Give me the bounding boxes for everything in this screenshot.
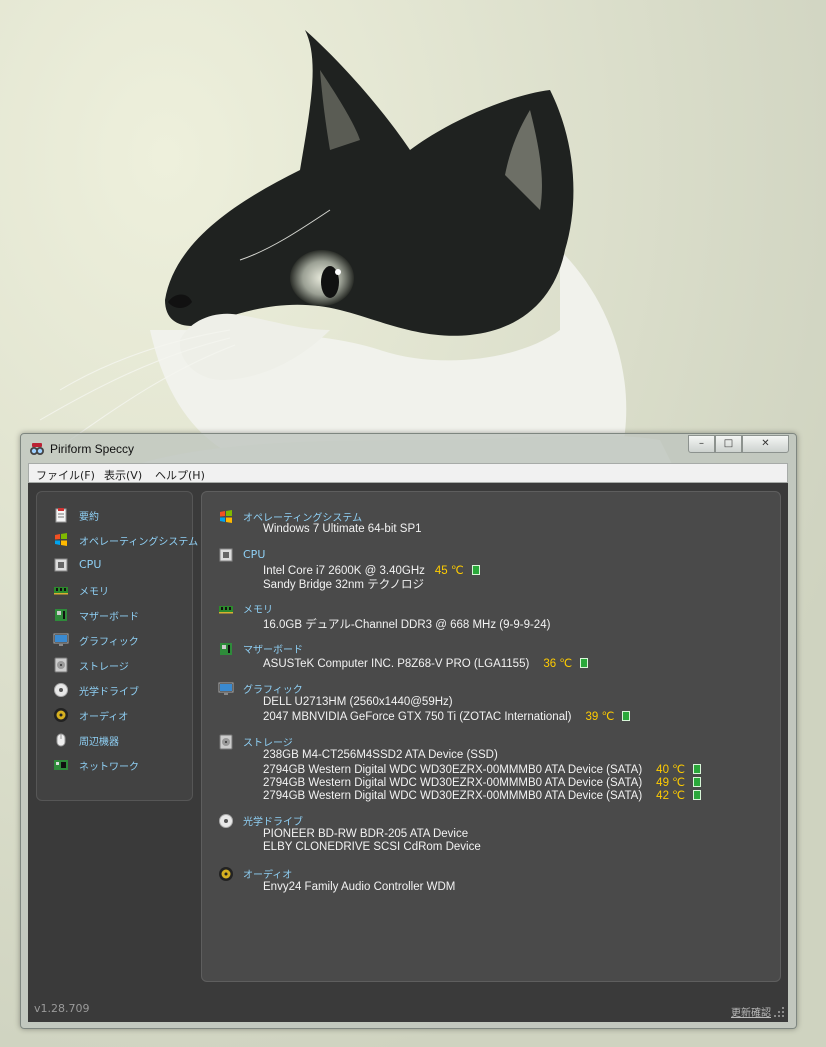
drive-temperature: 42 ℃	[656, 790, 686, 802]
sidebar-item-label: 周辺機器	[79, 737, 119, 748]
section-title-optical: 光学ドライブ	[243, 817, 303, 828]
maximize-icon: □	[723, 438, 734, 449]
summary-panel: オペレーティングシステム Windows 7 Ultimate 64-bit S…	[201, 491, 781, 982]
motherboard-value: ASUSTeK Computer INC. P8Z68-V PRO (LGA11…	[263, 656, 589, 670]
close-button[interactable]: ✕	[742, 435, 789, 453]
sidebar-item-label: ストレージ	[79, 662, 129, 673]
minimize-icon: –	[699, 438, 704, 449]
section-title-os: オペレーティングシステム	[243, 513, 363, 524]
sidebar-item-label: 要約	[79, 512, 99, 523]
storage-drive: 2794GB Western Digital WDC WD30EZRX-00MM…	[263, 762, 702, 776]
section-title-memory: メモリ	[243, 605, 273, 616]
storage-drive: 2794GB Western Digital WDC WD30EZRX-00MM…	[263, 788, 702, 802]
sidebar-item-os[interactable]: オペレーティングシステム	[37, 529, 198, 551]
graphics-icon	[218, 682, 234, 695]
audio-icon	[219, 867, 233, 881]
audio-device: Envy24 Family Audio Controller WDM	[263, 881, 456, 893]
window-title: Piriform Speccy	[50, 442, 135, 456]
motherboard-temperature: 36 ℃	[543, 658, 573, 670]
menu-help[interactable]: ヘルプ(H)	[155, 467, 205, 483]
close-icon: ✕	[761, 438, 770, 449]
sidebar-item-label: グラフィック	[79, 637, 139, 648]
resize-grip-icon[interactable]	[773, 1006, 785, 1018]
sidebar-item-label: 光学ドライブ	[79, 687, 139, 698]
temperature-indicator-icon	[693, 764, 702, 774]
monitor-value: DELL U2713HM (2560x1440@59Hz)	[263, 696, 453, 708]
menu-bar: ファイル(F) 表示(V) ヘルプ(H)	[28, 463, 788, 483]
temperature-indicator-icon	[693, 777, 702, 787]
sidebar-item-label: オーディオ	[79, 712, 129, 723]
sidebar-item-label: マザーボード	[79, 612, 139, 623]
sidebar-item-network[interactable]: ネットワーク	[37, 754, 192, 776]
speccy-window: Piriform Speccy – □ ✕ ファイル(F) 表示(V) ヘルプ(…	[20, 433, 797, 1029]
motherboard-icon	[55, 609, 67, 621]
section-title-storage: ストレージ	[243, 738, 293, 749]
speccy-app-icon	[30, 443, 44, 455]
sidebar-item-optical[interactable]: 光学ドライブ	[37, 679, 192, 701]
memory-icon	[54, 587, 68, 595]
title-bar[interactable]: Piriform Speccy – □ ✕	[21, 434, 796, 464]
audio-icon	[54, 708, 68, 722]
sidebar-item-motherboard[interactable]: マザーボード	[37, 604, 192, 626]
memory-icon	[219, 606, 233, 614]
cpu-icon	[219, 548, 233, 562]
section-title-audio: オーディオ	[243, 870, 293, 881]
network-icon	[54, 760, 68, 770]
check-updates-link[interactable]: 更新確認	[731, 1004, 771, 1019]
temperature-indicator-icon	[471, 565, 480, 575]
windows-icon	[220, 510, 232, 523]
section-title-motherboard: マザーボード	[243, 645, 303, 656]
sidebar-item-memory[interactable]: メモリ	[37, 579, 192, 601]
storage-drive: 2794GB Western Digital WDC WD30EZRX-00MM…	[263, 775, 702, 789]
sidebar-item-cpu[interactable]: CPU	[37, 554, 192, 576]
temperature-indicator-icon	[580, 658, 589, 668]
minimize-button[interactable]: –	[688, 435, 715, 453]
cpu-value: Intel Core i7 2600K @ 3.40GHz 45 ℃	[263, 563, 480, 577]
peripherals-icon	[56, 733, 66, 747]
windows-icon	[55, 533, 67, 546]
optical-drive-icon	[219, 814, 233, 828]
section-title-cpu: CPU	[243, 548, 266, 561]
os-value: Windows 7 Ultimate 64-bit SP1	[263, 523, 422, 535]
gpu-value: 2047 MBNVIDIA GeForce GTX 750 Ti (ZOTAC …	[263, 709, 631, 723]
cpu-icon	[54, 558, 68, 572]
sidebar-item-label: メモリ	[79, 587, 109, 598]
sidebar-item-label: オペレーティングシステム	[79, 537, 199, 548]
gpu-name: 2047 MBNVIDIA GeForce GTX 750 Ti (ZOTAC …	[263, 711, 572, 723]
sidebar-item-label: CPU	[79, 558, 102, 571]
summary-icon	[55, 508, 67, 523]
menu-file[interactable]: ファイル(F)	[36, 467, 95, 483]
motherboard-icon	[220, 643, 232, 655]
gpu-temperature: 39 ℃	[585, 711, 615, 723]
menu-view[interactable]: 表示(V)	[104, 467, 142, 483]
storage-icon	[219, 734, 233, 750]
optical-drive: PIONEER BD-RW BDR-205 ATA Device	[263, 828, 469, 840]
sidebar: 要約 オペレーティングシステム CPU メモリ マザーボード グラフィック スト…	[36, 491, 198, 801]
cpu-tech: Sandy Bridge 32nm テクノロジ	[263, 579, 425, 591]
memory-value: 16.0GB デュアル-Channel DDR3 @ 668 MHz (9-9-…	[263, 619, 551, 631]
version-label: v1.28.709	[34, 1002, 90, 1015]
storage-icon	[54, 657, 68, 673]
sidebar-item-peripherals[interactable]: 周辺機器	[37, 729, 192, 751]
storage-drive: 238GB M4-CT256M4SSD2 ATA Device (SSD)	[263, 749, 498, 761]
optical-drive: ELBY CLONEDRIVE SCSI CdRom Device	[263, 841, 481, 853]
maximize-button[interactable]: □	[715, 435, 742, 453]
section-title-graphics: グラフィック	[243, 685, 303, 696]
temperature-indicator-icon	[622, 711, 631, 721]
graphics-icon	[53, 633, 69, 646]
main-area: 要約 オペレーティングシステム CPU メモリ マザーボード グラフィック スト…	[28, 483, 788, 1022]
sidebar-item-storage[interactable]: ストレージ	[37, 654, 192, 676]
optical-drive-icon	[54, 683, 68, 697]
sidebar-item-summary[interactable]: 要約	[37, 504, 192, 526]
sidebar-item-label: ネットワーク	[79, 762, 139, 773]
temperature-indicator-icon	[693, 790, 702, 800]
cpu-temperature: 45 ℃	[434, 565, 464, 577]
motherboard-name: ASUSTeK Computer INC. P8Z68-V PRO (LGA11…	[263, 658, 530, 670]
sidebar-item-audio[interactable]: オーディオ	[37, 704, 192, 726]
sidebar-item-graphics[interactable]: グラフィック	[37, 629, 192, 651]
drive-name: 2794GB Western Digital WDC WD30EZRX-00MM…	[263, 790, 643, 802]
